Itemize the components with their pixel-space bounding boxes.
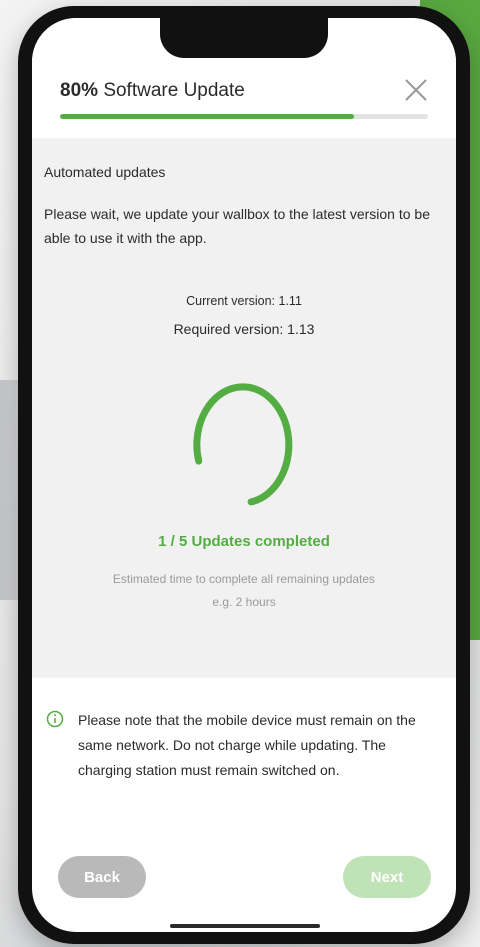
notice-text: Please note that the mobile device must …: [78, 712, 416, 778]
update-content: Automated updates Please wait, we update…: [32, 138, 456, 678]
updates-completed: 1 / 5 Updates completed: [158, 533, 330, 550]
required-version: Required version: 1.13: [173, 321, 315, 337]
home-indicator: [170, 924, 320, 928]
title-text: Software Update: [103, 80, 245, 101]
progress-percent: 80%: [60, 80, 99, 101]
page-title: 80% Software Update: [60, 80, 245, 102]
update-progress-bar: [60, 114, 428, 119]
estimate-value: e.g. 2 hours: [212, 595, 276, 609]
current-version: Current version: 1.11: [186, 294, 302, 308]
back-button[interactable]: Back: [58, 856, 146, 898]
section-label: Automated updates: [44, 164, 166, 180]
phone-frame: 80% Software Update Automated updates Pl…: [18, 6, 470, 944]
close-button[interactable]: [400, 74, 432, 106]
progress-ring-icon: [193, 383, 293, 506]
info-icon: [46, 710, 64, 728]
next-button[interactable]: Next: [343, 856, 431, 898]
update-progress-fill: [60, 114, 355, 119]
estimate-text: Estimated time to complete all remaining…: [112, 572, 376, 586]
close-icon: [405, 79, 427, 101]
intro-text: Please wait, we update your wallbox to t…: [44, 206, 430, 246]
phone-notch: [160, 18, 328, 58]
phone-screen: 80% Software Update Automated updates Pl…: [32, 18, 456, 932]
